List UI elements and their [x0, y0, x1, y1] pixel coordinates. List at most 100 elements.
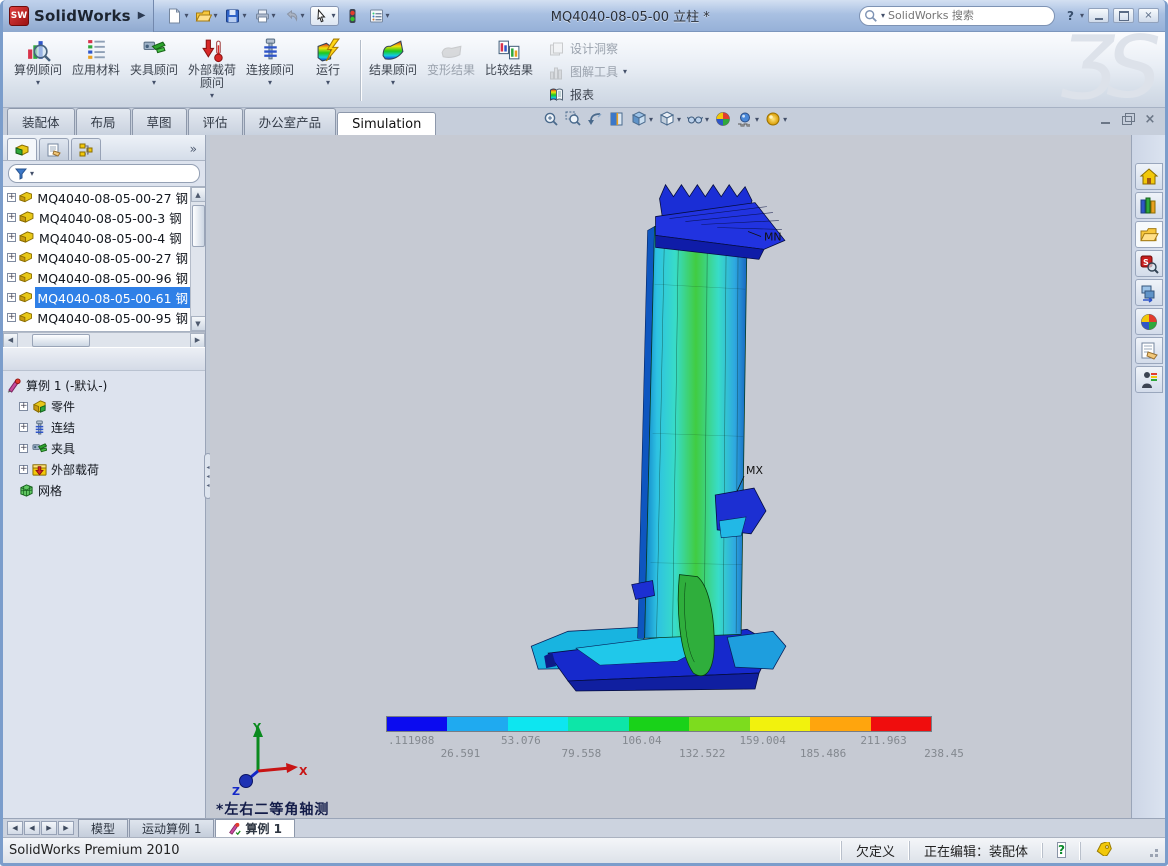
results-advisor-button[interactable]: 结果顾问 ▾: [364, 34, 422, 107]
document-recovery-button[interactable]: [1135, 366, 1163, 393]
display-style-button[interactable]: ▾: [659, 111, 681, 127]
prev-tab-button[interactable]: ◀: [24, 821, 40, 835]
maximize-button[interactable]: [1113, 8, 1134, 23]
configurationmanager-tab[interactable]: [71, 138, 101, 160]
resize-grip[interactable]: [1145, 844, 1159, 858]
tags-button[interactable]: [1080, 842, 1127, 860]
scroll-up-button[interactable]: ▲: [191, 187, 206, 202]
scroll-thumb[interactable]: [32, 334, 90, 347]
tab-layout[interactable]: 布局: [76, 108, 131, 135]
undo-button[interactable]: ▾: [281, 6, 307, 26]
assembly-tree-item[interactable]: +MQ4040-08-05-00-27 钢: [3, 187, 190, 207]
panel-split-band[interactable]: [3, 347, 205, 371]
last-tab-button[interactable]: ▶: [58, 821, 74, 835]
dropdown-icon[interactable]: ▾: [184, 11, 188, 20]
rebuild-button[interactable]: [342, 6, 363, 26]
propertymanager-tab[interactable]: [39, 138, 69, 160]
assembly-tree-item[interactable]: +MQ4040-08-05-00-61 钢: [3, 287, 190, 307]
dropdown-icon[interactable]: ▾: [152, 78, 156, 87]
expand-icon[interactable]: +: [7, 273, 16, 282]
new-document-button[interactable]: ▾: [164, 6, 190, 26]
scroll-left-button[interactable]: ◀: [3, 333, 18, 348]
zoom-to-fit-button[interactable]: [543, 111, 559, 127]
dropdown-icon[interactable]: ▾: [272, 11, 276, 20]
study-item-connections[interactable]: + 连结: [5, 417, 203, 438]
expand-icon[interactable]: +: [7, 313, 16, 322]
options-button[interactable]: ▾: [366, 6, 392, 26]
dropdown-icon[interactable]: ▾: [326, 78, 330, 87]
section-view-button[interactable]: [609, 111, 625, 127]
previous-view-button[interactable]: [587, 111, 603, 127]
expand-icon[interactable]: +: [7, 293, 16, 302]
solidworks-menu[interactable]: SW SolidWorks ▶: [3, 0, 154, 32]
tab-office-products[interactable]: 办公室产品: [244, 108, 337, 135]
study-item-external-loads[interactable]: + 外部载荷: [5, 459, 203, 480]
doc-restore-button[interactable]: [1121, 113, 1135, 126]
view-settings-button[interactable]: ▾: [765, 111, 787, 127]
search-box[interactable]: ▾: [859, 6, 1055, 26]
fixtures-advisor-button[interactable]: 夹具顾问 ▾: [125, 34, 183, 107]
connections-advisor-button[interactable]: 连接顾问 ▾: [241, 34, 299, 107]
panel-overflow-chevron[interactable]: »: [186, 142, 201, 160]
assembly-tree-item[interactable]: +MQ4040-08-05-00-96 钢: [3, 267, 190, 287]
dropdown-icon[interactable]: ▾: [36, 78, 40, 87]
dropdown-icon[interactable]: ▾: [268, 78, 272, 87]
expand-icon[interactable]: +: [19, 444, 28, 453]
dropdown-icon[interactable]: ▾: [755, 115, 759, 124]
zoom-to-area-button[interactable]: [565, 111, 581, 127]
view-palette-button[interactable]: [1135, 279, 1163, 306]
dropdown-icon[interactable]: ▾: [677, 115, 681, 124]
dropdown-icon[interactable]: ▾: [783, 115, 787, 124]
model-tab[interactable]: 模型: [78, 819, 128, 837]
expand-icon[interactable]: +: [7, 213, 16, 222]
tab-evaluate[interactable]: 评估: [188, 108, 243, 135]
scroll-thumb[interactable]: [192, 205, 205, 247]
dropdown-icon[interactable]: ▾: [213, 11, 217, 20]
hide-show-items-button[interactable]: ▾: [687, 111, 709, 127]
expand-icon[interactable]: +: [7, 233, 16, 242]
expand-icon[interactable]: +: [19, 402, 28, 411]
featuremanager-tree-tab[interactable]: [7, 138, 37, 160]
run-button[interactable]: 运行 ▾: [299, 34, 357, 107]
doc-minimize-button[interactable]: [1099, 113, 1113, 126]
assembly-tree-item[interactable]: +MQ4040-08-05-00-95 钢: [3, 307, 190, 327]
assembly-tree-item[interactable]: +MQ4040-08-05-00-4 钢: [3, 227, 190, 247]
first-tab-button[interactable]: ◀: [7, 821, 23, 835]
quick-tips-toggle[interactable]: ?: [1042, 843, 1080, 858]
dropdown-icon[interactable]: ▾: [301, 11, 305, 20]
tab-sketch[interactable]: 草图: [132, 108, 187, 135]
dropdown-icon[interactable]: ▾: [386, 11, 390, 20]
file-explorer-button[interactable]: [1135, 221, 1163, 248]
quick-tips-icon[interactable]: ?: [1057, 842, 1066, 858]
tree-filter-input[interactable]: ▾: [8, 164, 200, 183]
study-item-fixtures[interactable]: + 夹具: [5, 438, 203, 459]
filter-dropdown-icon[interactable]: ▾: [30, 169, 34, 178]
tab-simulation[interactable]: Simulation: [337, 112, 436, 136]
study-item-parts[interactable]: + 零件: [5, 396, 203, 417]
simulation-study-tab[interactable]: 算例 1: [215, 819, 295, 837]
compare-results-button[interactable]: 比较结果: [480, 34, 538, 107]
dropdown-icon[interactable]: ▾: [210, 91, 214, 100]
search-input[interactable]: [888, 9, 1018, 22]
dropdown-icon[interactable]: ▾: [649, 115, 653, 124]
custom-properties-button[interactable]: [1135, 337, 1163, 364]
apply-material-button[interactable]: 应用材料: [67, 34, 125, 107]
save-button[interactable]: ▾: [222, 6, 248, 26]
print-button[interactable]: ▾: [252, 6, 278, 26]
dropdown-icon[interactable]: ▾: [705, 115, 709, 124]
appearances-scenes-button[interactable]: [1135, 308, 1163, 335]
tab-assembly[interactable]: 装配体: [7, 108, 75, 135]
open-button[interactable]: ▾: [193, 6, 219, 26]
dropdown-icon[interactable]: ▾: [242, 11, 246, 20]
study-item-mesh[interactable]: 网格: [5, 480, 203, 501]
assembly-tree-item[interactable]: +MQ4040-08-05-00-3 钢: [3, 207, 190, 227]
external-loads-advisor-button[interactable]: 外部载荷顾问 ▾: [183, 34, 241, 107]
solidworks-resources-button[interactable]: [1135, 163, 1163, 190]
assembly-tree-item[interactable]: +MQ4040-08-05-00-27 钢: [3, 247, 190, 267]
expand-icon[interactable]: +: [19, 423, 28, 432]
study-advisor-button[interactable]: 算例顾问 ▾: [9, 34, 67, 107]
scroll-down-button[interactable]: ▼: [191, 316, 206, 331]
solidworks-search-button[interactable]: S: [1135, 250, 1163, 277]
tree-vertical-scrollbar[interactable]: ▲ ▼: [190, 187, 205, 331]
help-dropdown-icon[interactable]: ▾: [1080, 11, 1084, 20]
